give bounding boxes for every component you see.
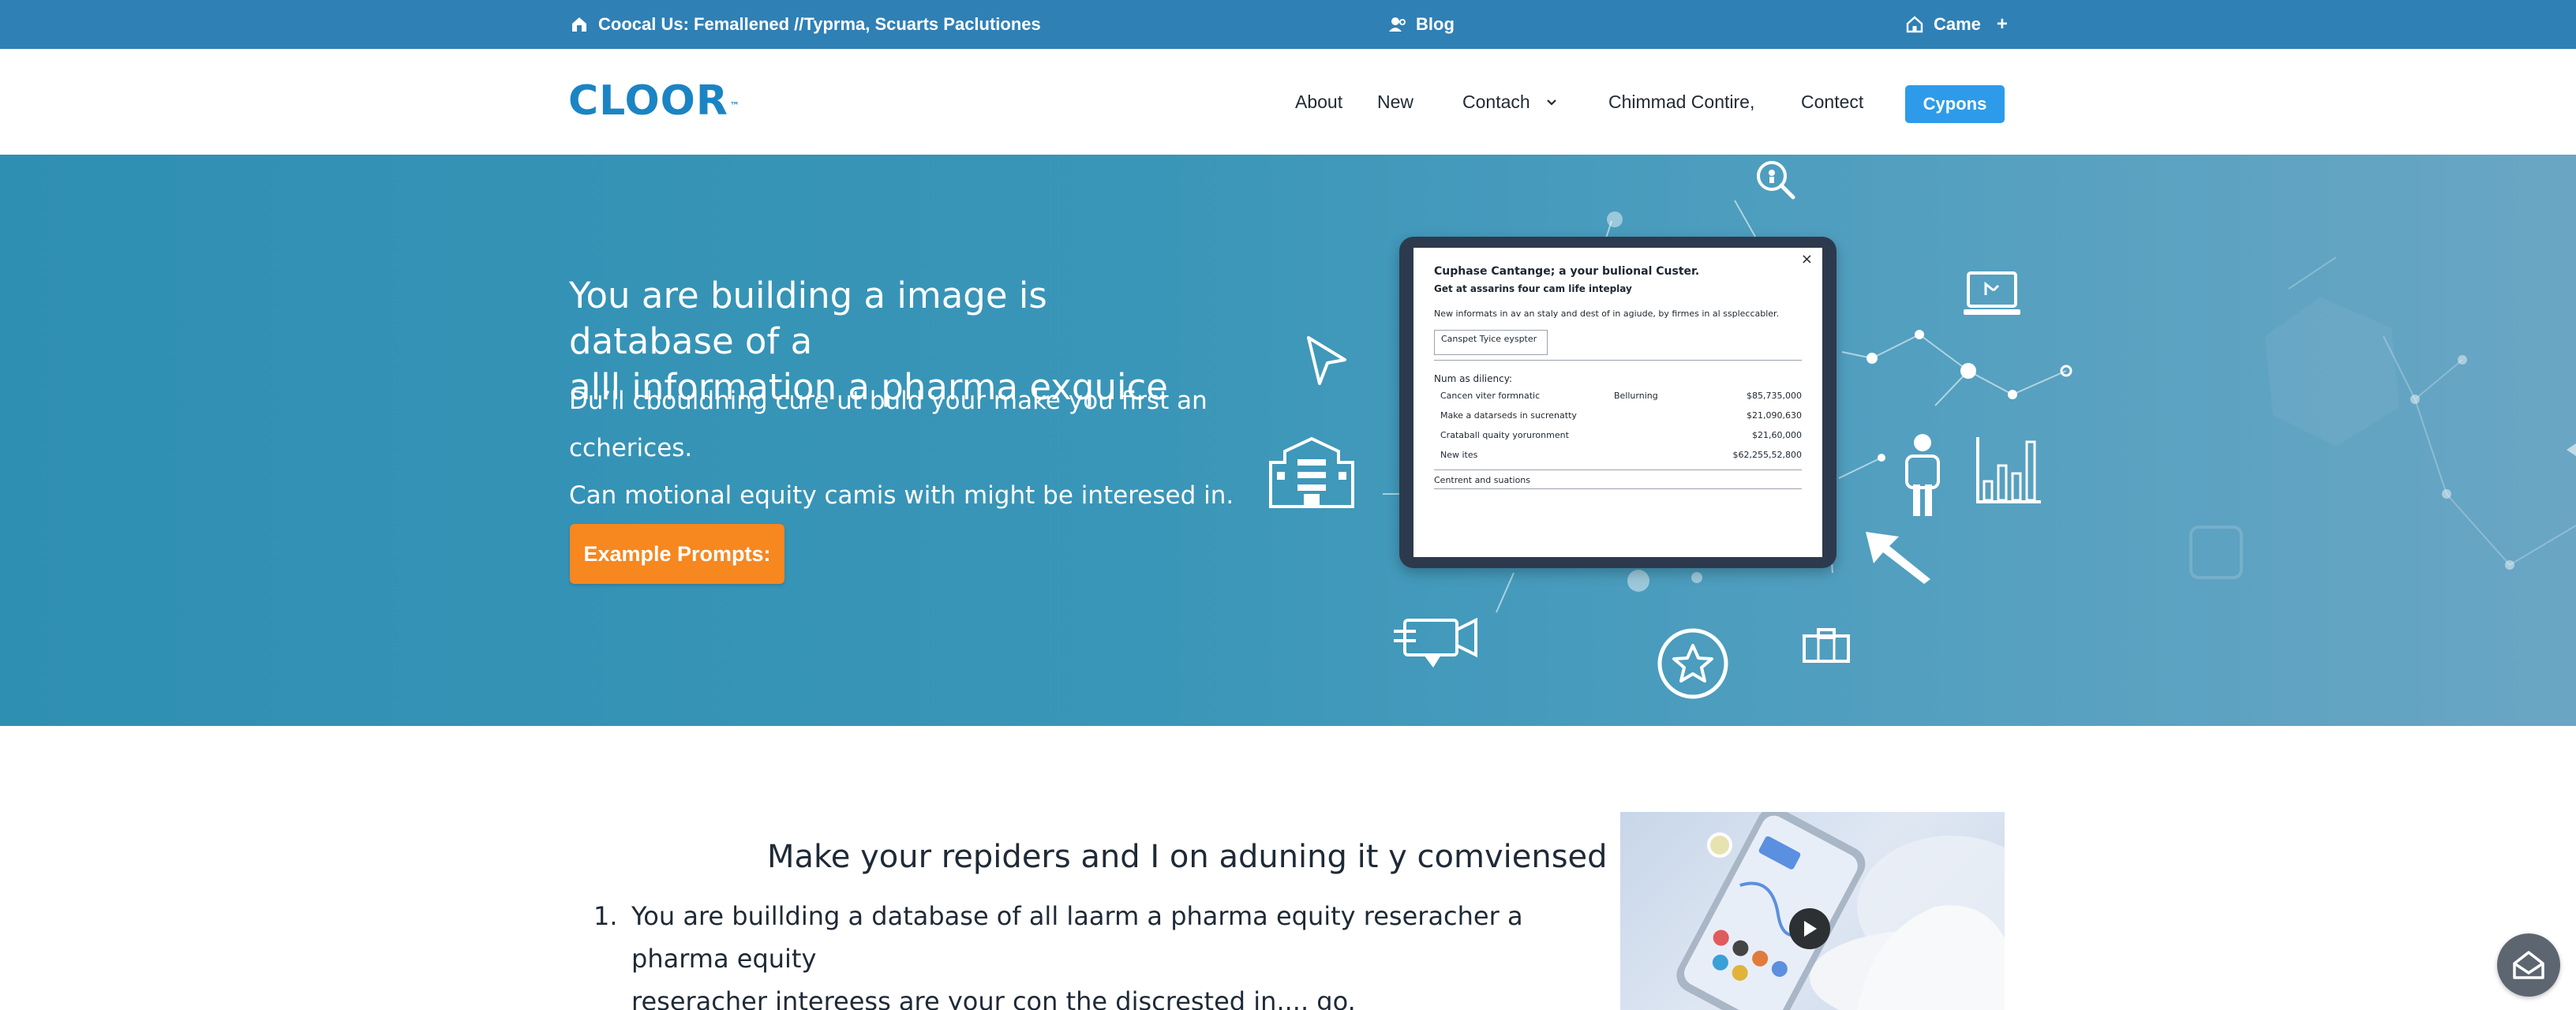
- row-tag: Bellurning: [1614, 391, 1658, 401]
- row-label: Cancen viter formnatic: [1440, 391, 1541, 401]
- divider: [1434, 469, 1802, 470]
- briefcase-icon: [1803, 628, 1850, 663]
- contact-info[interactable]: Coocal Us: Femallened //Typrma, Scuarts …: [570, 0, 1041, 49]
- row-label: Make a datarseds in sucrenatty: [1440, 410, 1577, 421]
- list-number: 1.: [593, 901, 618, 931]
- video-thumbnail[interactable]: [1620, 812, 2005, 1010]
- cypons-button[interactable]: Cypons: [1905, 85, 2005, 123]
- list-item-line-1: You are buillding a database of all laar…: [631, 901, 1523, 974]
- row-label: New ites: [1440, 450, 1478, 460]
- list-item-line-2: reseracher intereess are your con the di…: [631, 986, 1356, 1010]
- logo-text: CLOOR: [568, 77, 728, 125]
- star-badge-icon: [1657, 628, 1728, 699]
- video-camera-icon: [1394, 617, 1477, 668]
- contact-text: Coocal Us: Femallened //Typrma, Scuarts …: [598, 14, 1041, 34]
- divider: [1434, 360, 1802, 361]
- dialog-section-label: Num as diliency:: [1434, 373, 1512, 384]
- hero-title-line-1: You are building a image is database of …: [569, 275, 1047, 362]
- nav-contect[interactable]: Contect: [1801, 88, 1863, 115]
- help-button[interactable]: [2497, 933, 2560, 997]
- row-value: $85,735,000: [1747, 391, 1802, 401]
- dialog-input-field[interactable]: Canspet Tyice eyspter: [1434, 330, 1548, 355]
- top-bar: Coocal Us: Femallened //Typrma, Scuarts …: [0, 0, 2576, 49]
- table-row: New ites $62,255,52,800: [1434, 445, 1802, 465]
- row-value: $21,090,630: [1747, 410, 1802, 421]
- dialog-subtitle: Get at assarins four cam life inteplay: [1434, 283, 1632, 294]
- section-heading: Make your repiders and I on aduning it y…: [767, 839, 1725, 875]
- help-icon: [2513, 951, 2544, 979]
- hero-subtitle-line-1: Du’ll cbouldning cure ut buld your make …: [569, 387, 1208, 462]
- nav-new[interactable]: New: [1377, 88, 1413, 115]
- brand-logo[interactable]: CLOOR ™: [568, 77, 740, 125]
- nav-about[interactable]: About: [1295, 88, 1342, 115]
- bar-chart-icon: [1976, 437, 2041, 503]
- hero-subtitle-line-2: Can motional equity camis with might be …: [569, 481, 1234, 510]
- home-icon: [570, 15, 589, 34]
- row-tag: [1614, 425, 1701, 445]
- numbered-list: 1. You are buillding a database of all l…: [593, 895, 1604, 1010]
- cursor-icon: [1307, 336, 1346, 385]
- row-label: Crataball quaity yoruronment: [1440, 430, 1569, 440]
- row-value: $21,60,000: [1752, 430, 1802, 440]
- hero-subtitle: Du’ll cbouldning cure ut buld your make …: [569, 377, 1264, 519]
- nav-contach-label: Contach: [1462, 92, 1530, 112]
- nav-contach-dropdown[interactable]: Contach: [1462, 88, 1559, 115]
- house-icon: [1905, 15, 1924, 34]
- dialog-title: Cuphase Cantange; a your bulional Custer…: [1434, 265, 1700, 278]
- came-label: Came: [1934, 14, 1981, 34]
- chevron-down-icon: [1546, 99, 1556, 106]
- table-row: Cancen viter formnatic Bellurning $85,73…: [1434, 386, 1802, 406]
- dialog-footer: Centrent and suations: [1434, 475, 1802, 489]
- dialog-window: × Cuphase Cantange; a your bulional Cust…: [1413, 248, 1822, 557]
- tablet-mockup: × Cuphase Cantange; a your bulional Cust…: [1399, 237, 1837, 568]
- table-row: Crataball quaity yoruronment $21,60,000: [1434, 425, 1802, 445]
- list-item: You are buillding a database of all laar…: [631, 895, 1604, 1010]
- came-link[interactable]: Came +: [1905, 0, 2008, 49]
- close-icon[interactable]: ×: [1801, 251, 1813, 267]
- arrow-pointer-icon: [1866, 532, 1930, 584]
- magnifier-icon: [1757, 161, 1795, 200]
- table-row: Make a datarseds in sucrenatty $21,090,6…: [1434, 406, 1802, 425]
- blog-label: Blog: [1416, 14, 1455, 34]
- laptop-icon: [1964, 271, 2020, 315]
- plus-icon[interactable]: +: [1997, 15, 2008, 34]
- play-button[interactable]: [1789, 908, 1830, 949]
- dialog-note: New informats in av an staly and dest of…: [1434, 309, 1780, 319]
- play-icon: [1804, 921, 1817, 937]
- logo-trademark: ™: [729, 100, 740, 111]
- row-tag: [1614, 406, 1701, 425]
- building-icon: [1269, 436, 1354, 508]
- example-prompts-button[interactable]: Example Prompts:: [570, 524, 784, 584]
- person-icon: [1905, 434, 1940, 516]
- nav-chimmad[interactable]: Chimmad Contire,: [1608, 88, 1754, 115]
- row-value: $62,255,52,800: [1732, 450, 1802, 460]
- user-icon: [1387, 15, 1406, 34]
- row-tag: [1614, 445, 1701, 465]
- main-nav: CLOOR ™ About New Contach Chimmad Contire…: [0, 49, 2576, 155]
- blog-link[interactable]: Blog: [1387, 0, 1455, 49]
- hero-section: You are building a image is database of …: [0, 155, 2576, 726]
